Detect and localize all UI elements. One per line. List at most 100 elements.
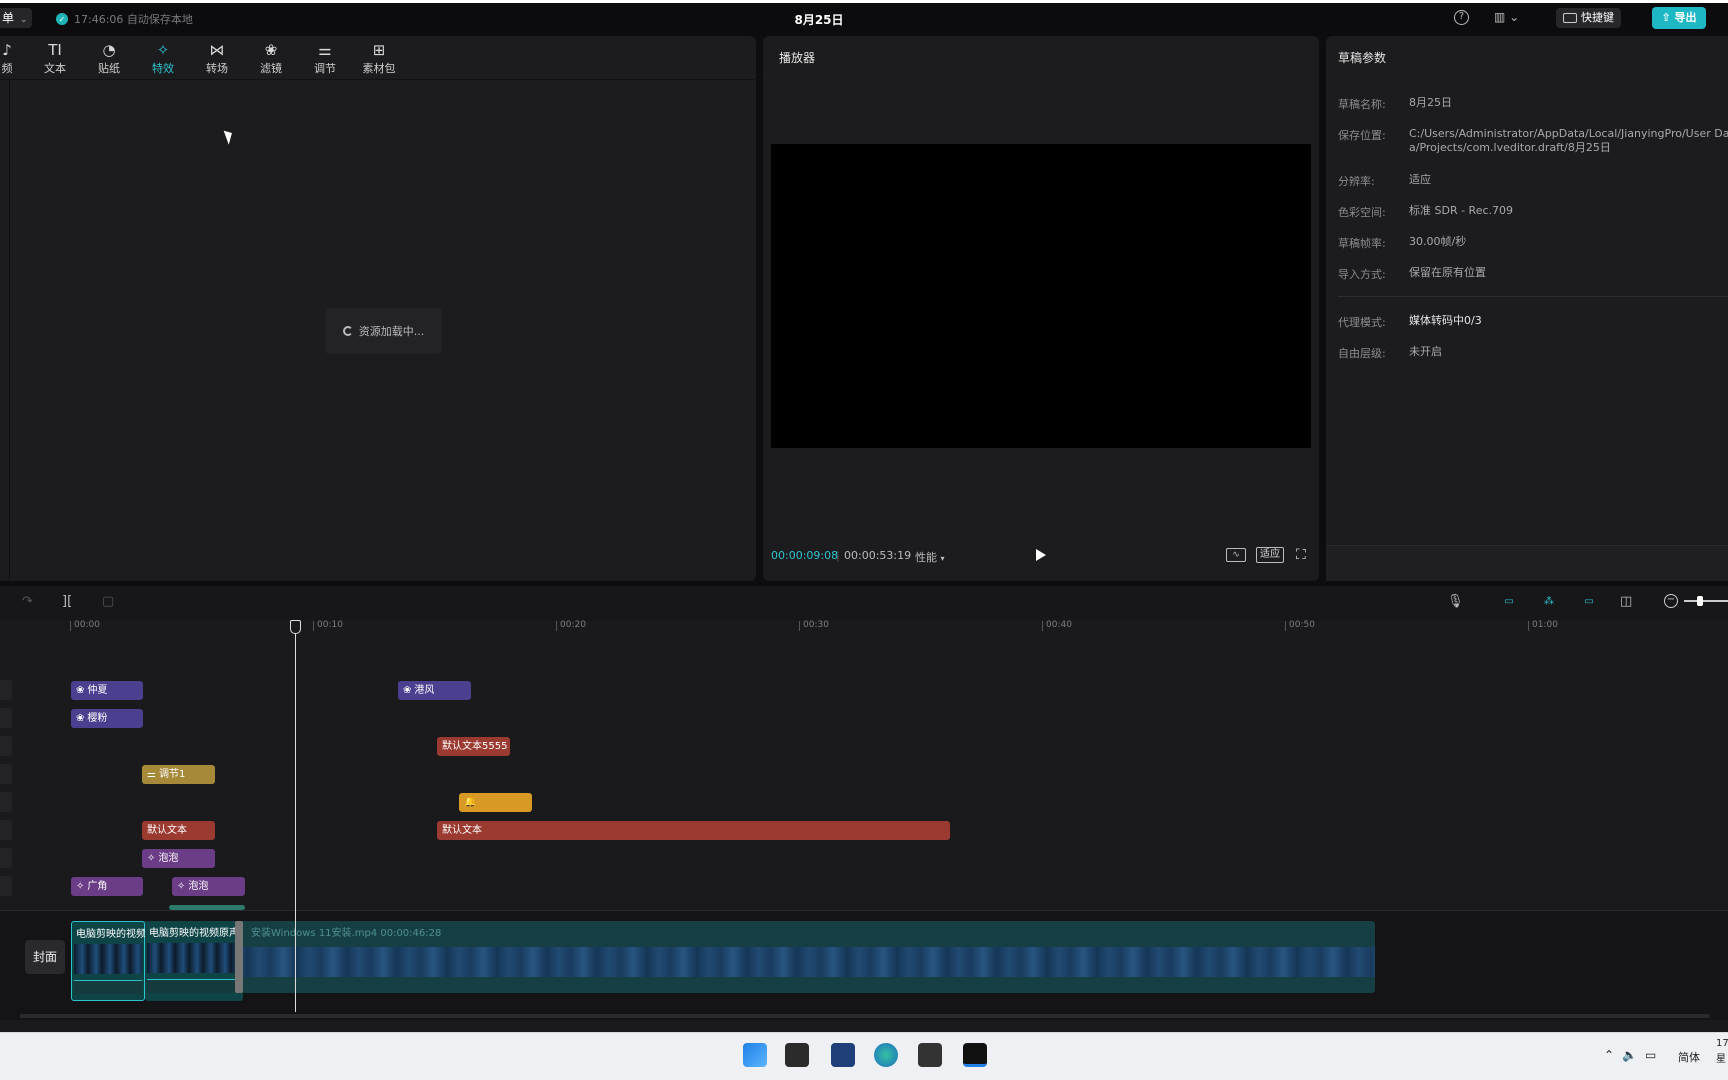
play-icon[interactable] bbox=[1036, 549, 1046, 561]
filter-clip[interactable]: ❀ 港风 bbox=[398, 681, 471, 700]
track-handle[interactable] bbox=[0, 764, 12, 784]
track-handle[interactable] bbox=[0, 736, 12, 756]
filter-icon: ❀ bbox=[76, 685, 85, 696]
tab-adjust[interactable]: ⚌ 调节 bbox=[298, 36, 352, 80]
text-clip[interactable]: 默认文本5555 bbox=[437, 737, 510, 756]
filter-clip[interactable]: ❀ 仲夏 bbox=[71, 681, 143, 700]
tab-effects[interactable]: ✧ 特效 bbox=[136, 36, 190, 80]
time-ruler[interactable]: 00:00 00:10 00:20 00:30 00:40 00:50 01:0… bbox=[64, 620, 1728, 634]
preview-screen[interactable] bbox=[771, 144, 1311, 448]
playhead-handle[interactable] bbox=[290, 620, 301, 634]
effect-clip[interactable]: ✧ 广角 bbox=[71, 877, 143, 896]
text-clip[interactable]: 默认文本 bbox=[437, 821, 950, 840]
performance-dropdown[interactable]: 性能 ▾ bbox=[915, 549, 945, 565]
adjust-clip[interactable]: ⚌ 调节1 bbox=[142, 765, 215, 784]
param-key: 自由层级: bbox=[1338, 347, 1386, 360]
capcut-icon[interactable] bbox=[963, 1043, 987, 1067]
current-timecode: 00:00:09:08 bbox=[771, 549, 839, 562]
caret-down-icon: ▾ bbox=[940, 554, 945, 563]
clip-label: 默认文本 bbox=[442, 825, 482, 836]
effects-icon: ✧ bbox=[147, 853, 156, 864]
store-icon[interactable] bbox=[918, 1043, 942, 1067]
edge-icon[interactable] bbox=[874, 1043, 898, 1067]
delete-icon[interactable]: ▢ bbox=[102, 594, 114, 609]
shortcut-button[interactable]: 快捷键 bbox=[1556, 8, 1621, 28]
menu-button[interactable]: 单 ⌄ bbox=[0, 8, 32, 28]
tab-transition[interactable]: ⋈ 转场 bbox=[190, 36, 244, 80]
main-track-magnet-icon[interactable]: ▭ bbox=[1498, 594, 1520, 610]
chevron-down-icon: ⌄ bbox=[20, 15, 28, 25]
split-icon[interactable]: ][ bbox=[62, 594, 72, 609]
export-button[interactable]: ⇧ 导出 bbox=[1652, 7, 1706, 29]
cover-button[interactable]: 封面 bbox=[25, 940, 65, 974]
track-handle[interactable] bbox=[0, 680, 12, 700]
track-handle[interactable] bbox=[0, 876, 12, 896]
draft-title: 草稿参数 bbox=[1338, 51, 1387, 65]
sidebar-divider bbox=[9, 80, 10, 580]
effects-icon: ✧ bbox=[177, 881, 186, 892]
audio-video-clip[interactable]: 电脑剪映的视频 bbox=[71, 921, 146, 1001]
clip-label: 广角 bbox=[87, 881, 108, 892]
track-handle[interactable] bbox=[0, 708, 12, 728]
track-handle[interactable] bbox=[0, 820, 12, 840]
track-handle[interactable] bbox=[0, 792, 12, 812]
waveform-icon[interactable]: ∿ bbox=[1226, 548, 1246, 562]
effects-icon: ✧ bbox=[156, 41, 170, 59]
auto-snap-icon[interactable]: ⁂ bbox=[1538, 594, 1560, 610]
param-value: 保留在原有位置 bbox=[1409, 266, 1486, 279]
task-view-icon[interactable] bbox=[785, 1043, 809, 1067]
shortcut-label: 快捷键 bbox=[1581, 11, 1614, 24]
track-handle[interactable] bbox=[0, 848, 12, 868]
loading-indicator: 资源加载中... bbox=[325, 308, 442, 354]
microphone-icon[interactable]: 🎙 bbox=[1447, 594, 1464, 609]
start-icon[interactable] bbox=[743, 1043, 767, 1067]
widgets-icon[interactable] bbox=[831, 1043, 855, 1067]
param-key: 草稿名称: bbox=[1338, 98, 1386, 111]
check-icon: ✓ bbox=[56, 13, 68, 25]
zoom-out-icon[interactable]: − bbox=[1664, 594, 1678, 608]
clock[interactable]: 17 星 bbox=[1716, 1036, 1728, 1068]
upload-icon: ⇧ bbox=[1661, 11, 1675, 24]
volume-icon: 🔈 bbox=[1622, 1048, 1638, 1062]
preview-axis-icon[interactable]: ◫ bbox=[1620, 594, 1632, 609]
ruler-label: 00:10 bbox=[313, 621, 343, 631]
sticker-clip[interactable]: 🔔 bbox=[459, 793, 532, 812]
filter-clip[interactable]: ❀ 樱粉 bbox=[71, 709, 143, 728]
playhead[interactable] bbox=[295, 620, 296, 1012]
help-icon[interactable]: ? bbox=[1454, 10, 1469, 25]
tab-filter[interactable]: ❀ 滤镜 bbox=[244, 36, 298, 80]
sticker-icon: 🔔 bbox=[464, 797, 477, 808]
text-icon: TI bbox=[48, 41, 62, 59]
horizontal-scrollbar[interactable] bbox=[20, 1014, 1710, 1018]
input-language[interactable]: 简体 bbox=[1678, 1049, 1700, 1065]
effect-clip[interactable]: ✧ 泡泡 bbox=[142, 849, 215, 868]
draft-params-panel bbox=[1326, 36, 1728, 581]
clip-trim-handle[interactable] bbox=[235, 921, 243, 993]
menu-label: 单 bbox=[2, 11, 15, 25]
zoom-slider[interactable] bbox=[1684, 600, 1728, 602]
clip-label: 樱粉 bbox=[87, 713, 108, 724]
audio-video-clip[interactable]: 电脑剪映的视频原声 bbox=[145, 921, 243, 1001]
fullscreen-icon[interactable]: ⛶ bbox=[1296, 547, 1306, 563]
tab-package[interactable]: ⊞ 素材包 bbox=[352, 36, 406, 80]
autosave-text: 17:46:06 自动保存本地 bbox=[74, 13, 193, 26]
timeline-toolbar bbox=[0, 586, 1728, 620]
fit-button[interactable]: 适应 bbox=[1256, 547, 1284, 563]
param-value: 30.00帧/秒 bbox=[1409, 235, 1467, 248]
system-tray[interactable]: ⌃ 🔈 ▭ bbox=[1604, 1048, 1656, 1062]
link-icon[interactable]: ▭ bbox=[1578, 594, 1600, 610]
effect-clip[interactable]: ✧ 泡泡 bbox=[172, 877, 245, 896]
tab-text[interactable]: TI 文本 bbox=[28, 36, 82, 80]
clip-label: 港风 bbox=[414, 685, 435, 696]
layout-icon[interactable]: ▥ ⌄ bbox=[1494, 10, 1519, 24]
video-thumbnails bbox=[147, 943, 241, 973]
divider bbox=[1338, 296, 1728, 297]
video-thumbnails bbox=[71, 947, 1375, 977]
tab-sticker[interactable]: ◔ 贴纸 bbox=[82, 36, 136, 80]
tab-audio[interactable]: ♪ 频 bbox=[0, 36, 14, 80]
resource-tabs: ♪ 频 TI 文本 ◔ 贴纸 ✧ 特效 ⋈ 转场 ❀ 滤镜 ⚌ 调节 ⊞ 素材包 bbox=[0, 36, 762, 80]
tab-label: 转场 bbox=[206, 62, 228, 75]
zoom-slider-handle[interactable] bbox=[1697, 596, 1703, 606]
text-clip[interactable]: 默认文本 bbox=[142, 821, 215, 840]
redo-icon[interactable]: ↷ bbox=[22, 594, 33, 609]
